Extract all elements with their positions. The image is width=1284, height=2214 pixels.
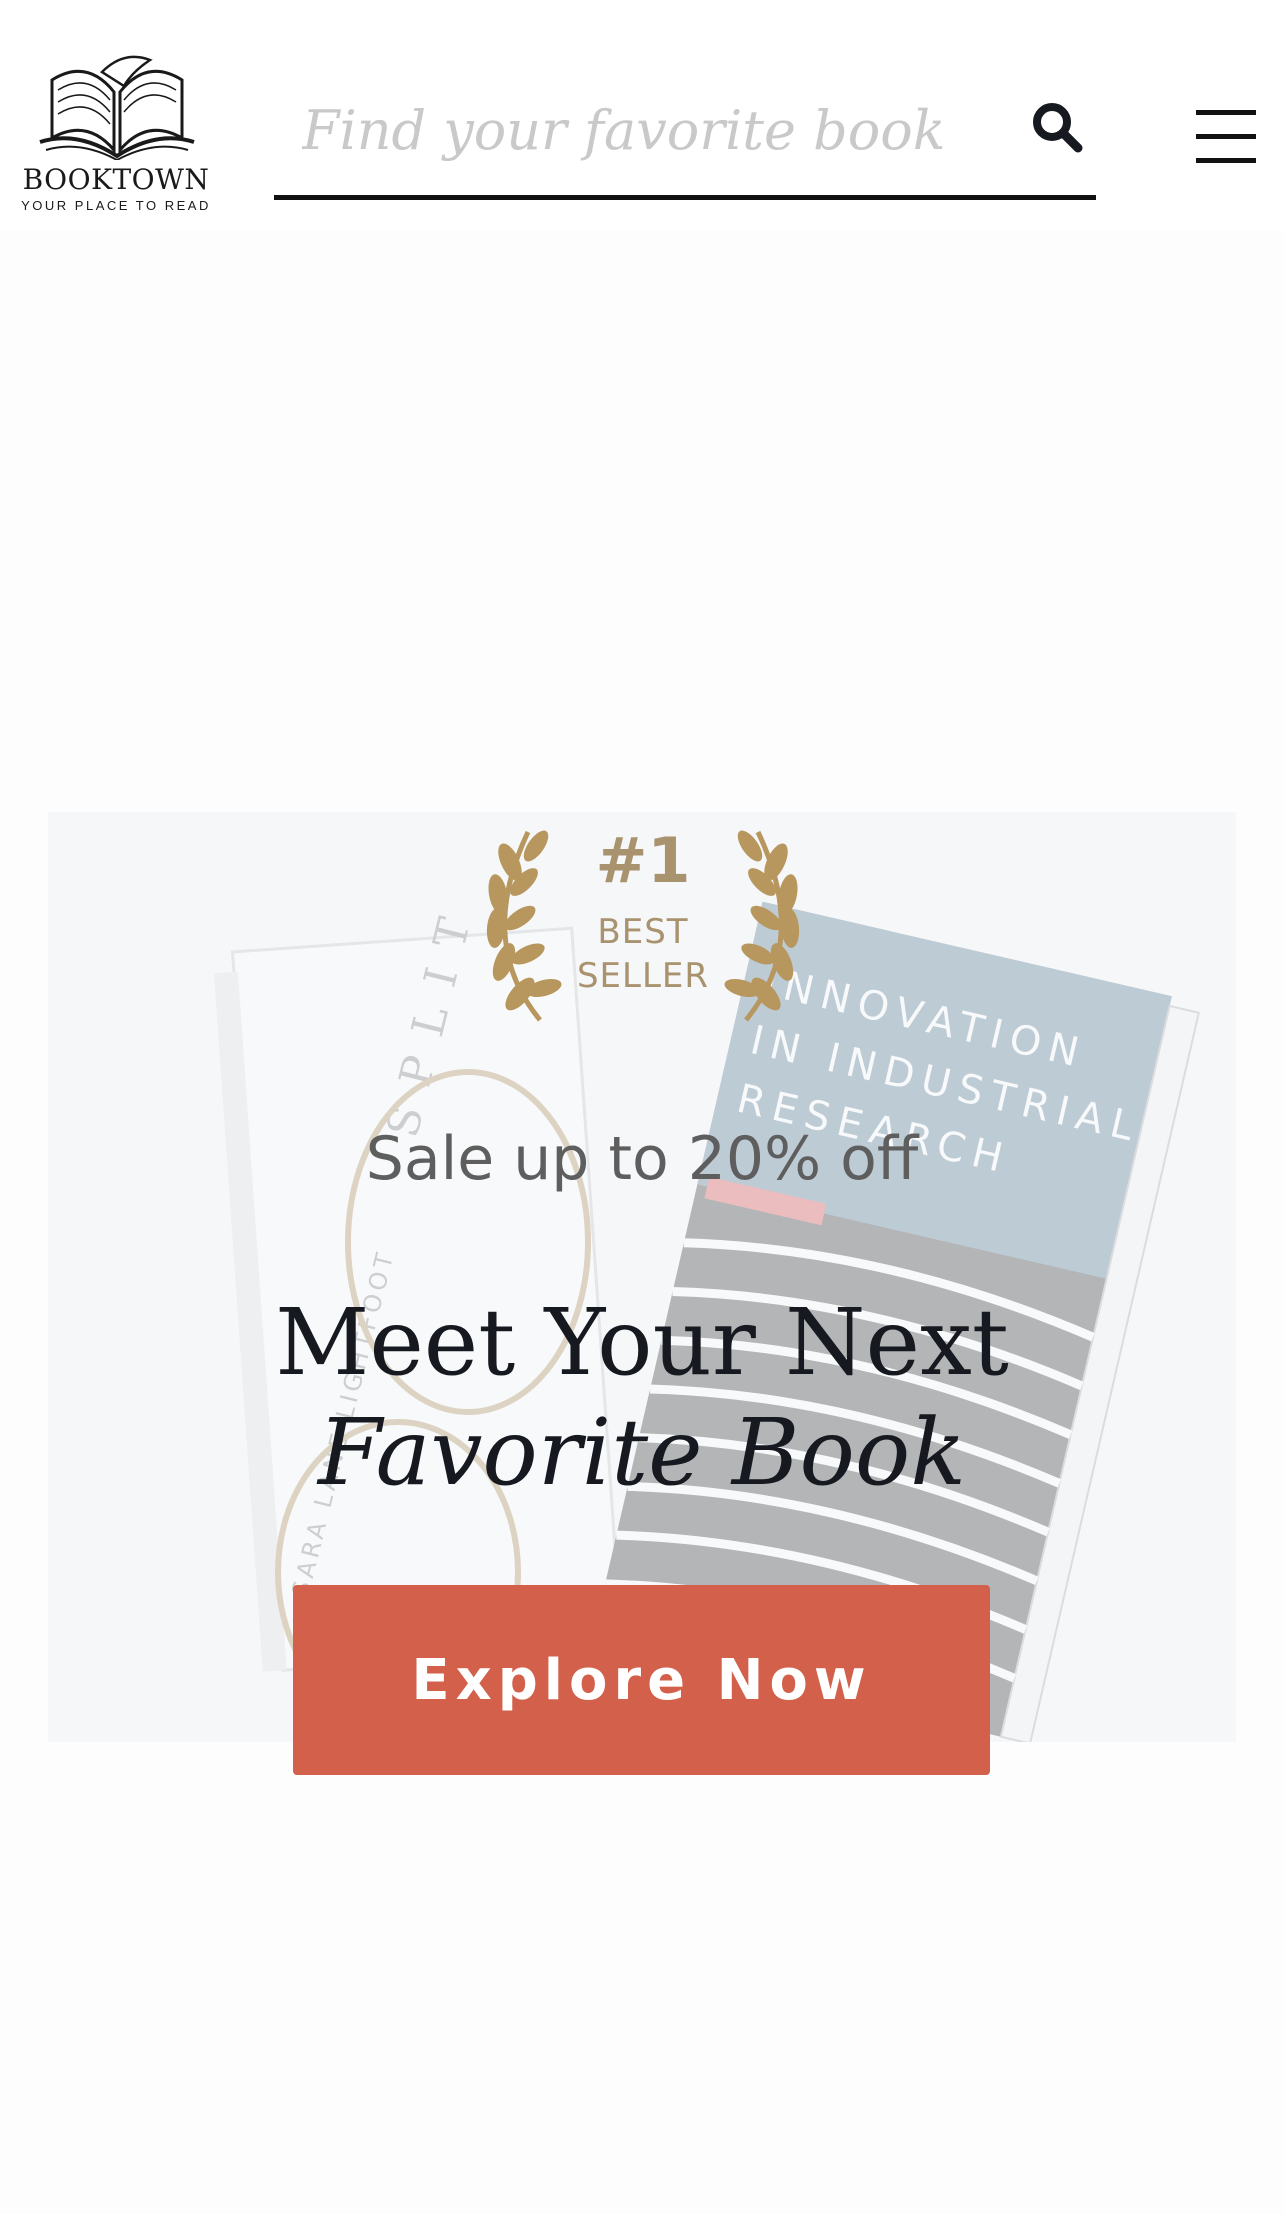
hamburger-menu-button[interactable]	[1196, 110, 1260, 166]
logo-tagline: YOUR PLACE TO READ	[21, 198, 211, 213]
search-input[interactable]	[302, 90, 992, 170]
search-button[interactable]	[1030, 100, 1086, 156]
hero-title: Meet Your Next Favorite Book	[48, 1288, 1236, 1508]
search-icon	[1033, 103, 1083, 153]
open-book-icon	[39, 55, 195, 160]
best-seller-badge: #1 BEST SELLER	[458, 812, 828, 1032]
hero-title-line1: Meet Your Next	[275, 1289, 1009, 1396]
hamburger-menu-icon	[1196, 110, 1256, 115]
search-bar	[274, 72, 1096, 200]
badge-rank: #1	[595, 824, 691, 897]
booktown-logo[interactable]: BOOKTOWN YOUR PLACE TO READ	[16, 50, 216, 220]
site-header: BOOKTOWN YOUR PLACE TO READ	[0, 0, 1284, 230]
badge-label: BEST SELLER	[566, 910, 720, 998]
badge-label-line1: BEST	[597, 912, 689, 952]
hero-title-line2: Favorite Book	[318, 1399, 966, 1506]
explore-now-button[interactable]: Explore Now	[293, 1585, 990, 1775]
logo-name: BOOKTOWN	[22, 163, 210, 196]
sale-subtitle: Sale up to 20% off	[365, 1124, 919, 1194]
badge-label-line2: SELLER	[576, 956, 710, 996]
